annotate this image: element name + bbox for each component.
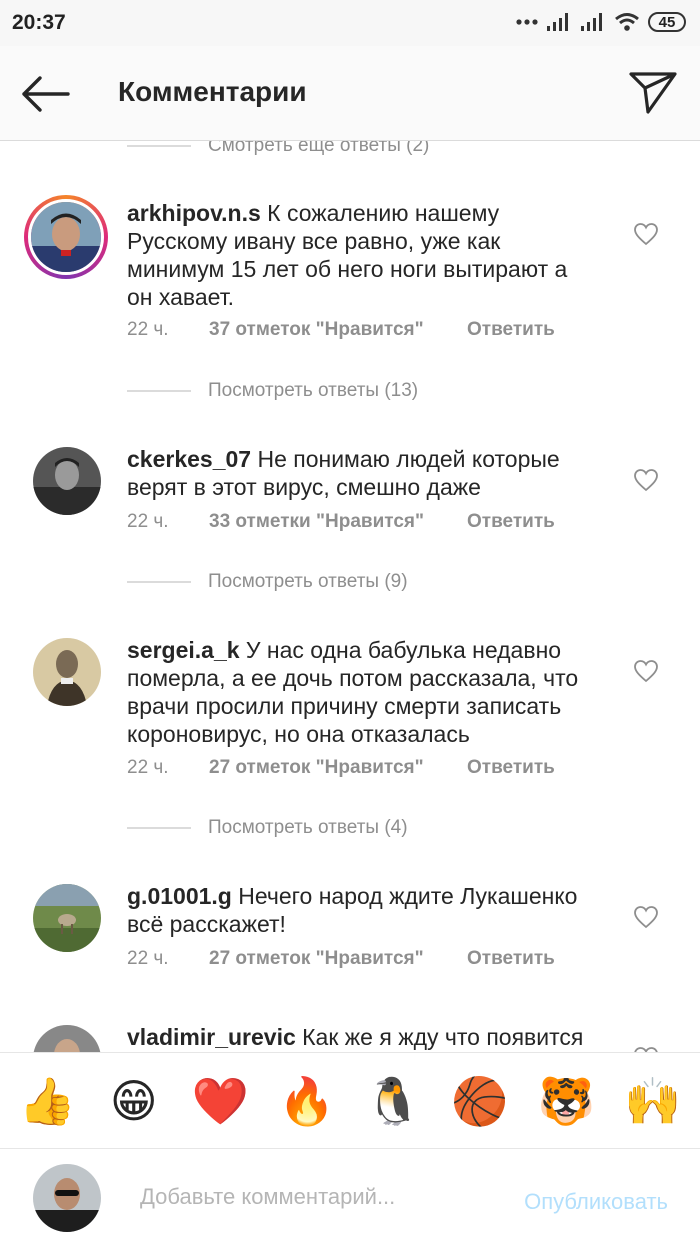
page-title: Комментарии: [118, 76, 307, 107]
heart-icon[interactable]: [633, 905, 659, 929]
view-more-replies-label: Смотреть еще ответы (2): [208, 141, 430, 156]
avatar-photo: [33, 884, 101, 952]
view-replies-label: Посмотреть ответы (9): [208, 571, 408, 592]
avatar[interactable]: [33, 1025, 101, 1052]
wifi-icon: [615, 13, 639, 31]
reply-button[interactable]: Ответить: [467, 757, 555, 779]
view-replies-link[interactable]: Посмотреть ответы (4): [127, 813, 408, 843]
comment-input[interactable]: [140, 1179, 500, 1215]
avatar[interactable]: [33, 447, 101, 515]
comment-meta: 22 ч. 27 отметок "Нравится" Ответить: [127, 757, 555, 779]
avatar-photo: [33, 638, 101, 706]
publish-button[interactable]: Опубликовать: [524, 1189, 668, 1215]
comment-likes[interactable]: 27 отметок "Нравится": [209, 948, 467, 970]
comment-username[interactable]: ckerkes_07: [127, 446, 251, 472]
signal-icon-2: [581, 13, 602, 31]
heart-icon[interactable]: [633, 659, 659, 683]
battery-indicator: 45: [648, 12, 686, 32]
status-bar: 20:37 45: [0, 0, 700, 46]
emoji-quick-bar: 👍 😁 ❤️ 🔥 🐧 🏀 🐯 🙌: [0, 1052, 700, 1148]
view-replies-label: Посмотреть ответы (4): [208, 817, 408, 838]
emoji-basketball-button[interactable]: 🏀: [448, 1078, 512, 1124]
current-user-avatar: [33, 1164, 101, 1232]
share-button[interactable]: [628, 68, 678, 116]
paper-plane-icon: [629, 72, 677, 114]
app-header: Комментарии: [0, 46, 700, 141]
emoji-thumbs-up-button[interactable]: 👍: [15, 1078, 79, 1124]
emoji-grin-button[interactable]: 😁: [102, 1078, 166, 1124]
view-replies-link[interactable]: Посмотреть ответы (9): [127, 567, 408, 597]
comment-time: 22 ч.: [127, 948, 169, 969]
comment-likes[interactable]: 33 отметки "Нравится": [209, 511, 467, 533]
reply-divider: [127, 581, 191, 583]
view-replies-label: Посмотреть ответы (13): [208, 380, 419, 401]
reply-divider: [127, 390, 191, 392]
emoji-fire-button[interactable]: 🔥: [275, 1078, 339, 1124]
comment-username[interactable]: arkhipov.n.s: [127, 200, 261, 226]
view-replies-link[interactable]: Посмотреть ответы (13): [127, 376, 418, 406]
comment-time: 22 ч.: [127, 319, 169, 340]
comment-meta: 22 ч. 37 отметок "Нравится" Ответить: [127, 319, 555, 341]
avatar[interactable]: [24, 195, 108, 279]
comment-body: vladimir_urevic Как же я жду что появитс…: [127, 1023, 597, 1051]
comment-username[interactable]: sergei.a_k: [127, 637, 240, 663]
comment-body: sergei.a_k У нас одна бабулька недавно п…: [127, 636, 597, 748]
reply-button[interactable]: Ответить: [467, 511, 555, 533]
status-time: 20:37: [12, 11, 66, 34]
emoji-raised-hands-button[interactable]: 🙌: [621, 1078, 685, 1124]
comment-username[interactable]: vladimir_urevic: [127, 1024, 296, 1050]
comment-likes[interactable]: 27 отметок "Нравится": [209, 757, 467, 779]
comment-time: 22 ч.: [127, 511, 169, 532]
status-icons: 45: [516, 12, 686, 32]
comment-time: 22 ч.: [127, 757, 169, 778]
comment-composer: Опубликовать: [0, 1148, 700, 1244]
signal-icon: [547, 13, 568, 31]
emoji-penguin-button[interactable]: 🐧: [361, 1078, 425, 1124]
comment-meta: 22 ч. 27 отметок "Нравится" Ответить: [127, 948, 555, 970]
comment-body: ckerkes_07 Не понимаю людей которые веря…: [127, 445, 597, 501]
comment-body: g.01001.g Нечего народ ждите Лукашенко в…: [127, 882, 597, 938]
back-button[interactable]: [18, 74, 72, 114]
comment-username[interactable]: g.01001.g: [127, 883, 232, 909]
reply-divider: [127, 145, 191, 147]
reply-divider: [127, 827, 191, 829]
avatar-photo: [31, 202, 101, 272]
avatar-photo: [33, 447, 101, 515]
comment-text: Как же я жду что появится: [302, 1024, 584, 1050]
emoji-tiger-button[interactable]: 🐯: [534, 1078, 598, 1124]
reply-button[interactable]: Ответить: [467, 319, 555, 341]
comment-body: arkhipov.n.s К сожалению нашему Русскому…: [127, 199, 597, 311]
heart-icon[interactable]: [633, 222, 659, 246]
comments-list[interactable]: Смотреть еще ответы (2) arkhipov.n.s К с…: [0, 141, 700, 1052]
comment-meta: 22 ч. 33 отметки "Нравится" Ответить: [127, 511, 555, 533]
heart-icon[interactable]: [633, 468, 659, 492]
avatar[interactable]: [33, 638, 101, 706]
more-dots-icon: [516, 19, 538, 25]
emoji-heart-button[interactable]: ❤️: [188, 1078, 252, 1124]
avatar-photo: [33, 1164, 101, 1232]
comment-likes[interactable]: 37 отметок "Нравится": [209, 319, 467, 341]
view-more-replies-link[interactable]: Смотреть еще ответы (2): [127, 141, 429, 161]
reply-button[interactable]: Ответить: [467, 948, 555, 970]
avatar[interactable]: [33, 884, 101, 952]
arrow-left-icon: [22, 76, 70, 112]
avatar-photo: [33, 1025, 101, 1052]
